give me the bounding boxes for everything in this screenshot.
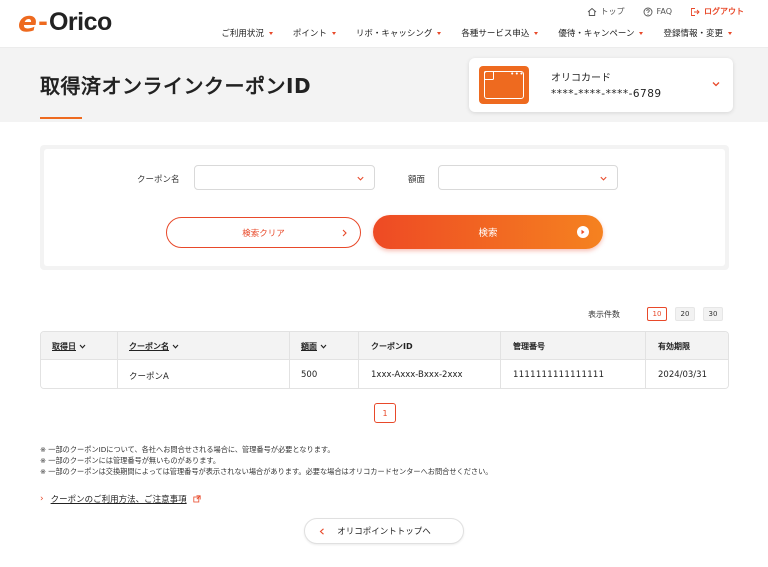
sort-chevron-icon	[172, 344, 179, 349]
search-clear-button[interactable]: 検索クリア	[166, 217, 361, 248]
cell-coupon-name: クーポンA	[129, 372, 169, 382]
nav-services-label: 各種サービス申込	[461, 29, 530, 39]
search-panel	[40, 145, 729, 270]
chevron-left-icon	[319, 528, 324, 535]
th-mgmt-no: 管理番号	[513, 342, 545, 351]
chevron-down-icon	[357, 176, 364, 181]
cell-expiry: 2024/03/31	[658, 370, 707, 380]
card-chip-icon	[484, 71, 494, 80]
logo-text: Orico	[48, 8, 112, 36]
amount-select[interactable]	[438, 165, 618, 190]
eorico-logo[interactable]: e - Orico	[18, 7, 112, 37]
nav-usage[interactable]: ご利用状況	[211, 27, 283, 39]
chevron-right-icon: ›	[40, 494, 44, 504]
note-line: ※ 一部のクーポンIDについて、各社へお問合せされる場合に、管理番号が必要となり…	[40, 445, 335, 454]
nav-points-label: ポイント	[292, 29, 327, 39]
search-button-label: 検索	[478, 228, 498, 239]
caret-down-icon	[639, 31, 644, 35]
col-divider	[645, 332, 646, 388]
logout-link[interactable]: ログアウト	[690, 6, 744, 17]
count-option-20[interactable]: 20	[675, 307, 695, 321]
coupon-name-label: クーポン名	[137, 175, 180, 185]
nav-usage-label: ご利用状況	[221, 29, 264, 39]
back-to-points-top-button[interactable]: オリコポイントトップへ	[304, 518, 464, 544]
coupon-usage-link-label: クーポンのご利用方法、ご注意事項	[50, 495, 187, 505]
nav-revo-cashing[interactable]: リボ・キャッシング	[346, 27, 452, 39]
arrow-circle-icon	[577, 226, 589, 238]
question-icon	[643, 7, 652, 16]
th-coupon-name[interactable]: クーポン名	[129, 341, 179, 352]
external-link-icon	[193, 495, 201, 503]
card-selector[interactable]: ••• オリコカード ****-****-****-6789	[469, 58, 733, 112]
th-date[interactable]: 取得日	[52, 341, 86, 352]
display-count-label: 表示件数	[588, 310, 620, 319]
chevron-down-icon	[600, 176, 607, 181]
note-line: ※ 一部のクーポンは交換期間によっては管理番号が表示されない場合があります。必要…	[40, 467, 493, 476]
site-header: e - Orico トップ FAQ ログアウト ご利用状況 ポイント リボ・キャ…	[0, 0, 768, 48]
util-top-link[interactable]: トップ	[587, 6, 625, 17]
note-line: ※ 一部のクーポンには管理番号が無いものがあります。	[40, 456, 221, 465]
arrow-right-icon	[581, 229, 585, 235]
title-underline	[40, 117, 82, 119]
count-option-10[interactable]: 10	[647, 307, 667, 321]
home-icon	[587, 7, 596, 16]
credit-card-icon: •••	[479, 66, 529, 104]
table-header: 取得日 クーポン名 額面 クーポンID 管理番号 有効期限	[41, 332, 728, 359]
caret-down-icon	[728, 31, 732, 35]
col-divider	[289, 332, 290, 388]
coupon-name-select[interactable]	[194, 165, 375, 190]
coupon-usage-link[interactable]: › クーポンのご利用方法、ご注意事項	[40, 493, 201, 505]
logo-dash: -	[38, 8, 48, 36]
cell-mgmt-no: 1111111111111111	[513, 370, 605, 380]
nav-registration-label: 登録情報・変更	[663, 29, 723, 39]
global-nav: ご利用状況 ポイント リボ・キャッシング 各種サービス申込 優待・キャンペーン …	[211, 27, 742, 39]
caret-down-icon	[534, 31, 539, 35]
col-divider	[358, 332, 359, 388]
util-top-label: トップ	[600, 7, 625, 16]
logout-label: ログアウト	[704, 7, 744, 16]
caret-down-icon	[331, 31, 336, 35]
nav-services[interactable]: 各種サービス申込	[451, 27, 548, 39]
sort-chevron-icon	[79, 344, 86, 349]
caret-down-icon	[268, 31, 273, 35]
col-divider	[117, 332, 118, 388]
chevron-right-icon	[342, 229, 347, 237]
pagination-page-1[interactable]: 1	[374, 403, 396, 423]
th-coupon-id: クーポンID	[371, 342, 413, 351]
search-button[interactable]: 検索	[373, 215, 603, 249]
nav-points[interactable]: ポイント	[283, 27, 346, 39]
th-expiry: 有効期限	[658, 342, 690, 351]
title-band: 取得済オンラインクーポンID ••• オリコカード ****-****-****…	[0, 48, 768, 122]
card-name: オリコカード	[551, 73, 611, 84]
cell-amount: 500	[301, 370, 318, 380]
count-option-30[interactable]: 30	[703, 307, 723, 321]
th-amount[interactable]: 額面	[301, 341, 327, 352]
logo-e: e	[18, 5, 37, 38]
chevron-down-icon	[712, 82, 720, 87]
caret-down-icon	[437, 31, 442, 35]
th-coupon-name-label: クーポン名	[129, 342, 169, 351]
card-number: ****-****-****-6789	[551, 88, 662, 100]
back-to-points-top-label: オリコポイントトップへ	[337, 527, 431, 537]
search-form	[44, 149, 725, 266]
amount-label: 額面	[408, 175, 426, 185]
th-amount-label: 額面	[301, 342, 317, 351]
search-clear-label: 検索クリア	[242, 228, 285, 239]
sort-chevron-icon	[320, 344, 327, 349]
cell-coupon-id: 1xxx-Axxx-Bxxx-2xxx	[371, 370, 463, 380]
nav-registration[interactable]: 登録情報・変更	[653, 27, 742, 39]
table-row: クーポンA 500 1xxx-Axxx-Bxxx-2xxx 1111111111…	[41, 359, 728, 388]
page-title: 取得済オンラインクーポンID	[40, 74, 312, 98]
nav-revo-label: リボ・キャッシング	[355, 29, 433, 39]
util-faq-link[interactable]: FAQ	[643, 7, 673, 17]
coupon-table: 取得日 クーポン名 額面 クーポンID 管理番号 有効期限 クーポンA 500 …	[40, 331, 729, 389]
logout-icon	[691, 7, 700, 16]
th-date-label: 取得日	[52, 342, 76, 351]
nav-campaigns[interactable]: 優待・キャンペーン	[548, 27, 653, 39]
utility-nav: トップ FAQ ログアウト	[587, 6, 744, 17]
nav-campaigns-label: 優待・キャンペーン	[558, 29, 635, 39]
card-dots: •••	[510, 70, 524, 78]
col-divider	[500, 332, 501, 388]
util-faq-label: FAQ	[656, 7, 673, 16]
